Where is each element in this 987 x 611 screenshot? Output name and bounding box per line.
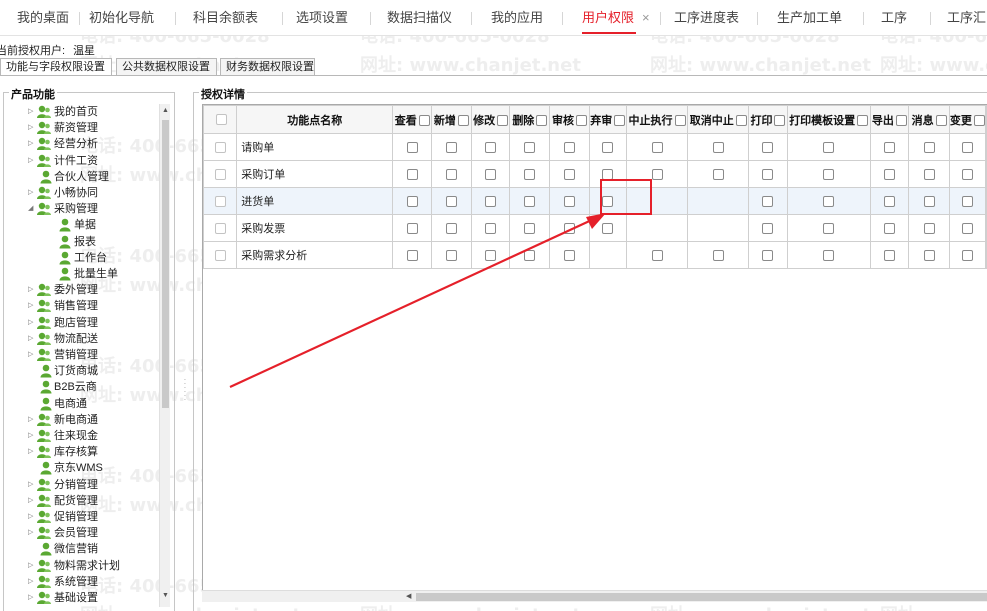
annotation-arrow: [229, 213, 606, 388]
